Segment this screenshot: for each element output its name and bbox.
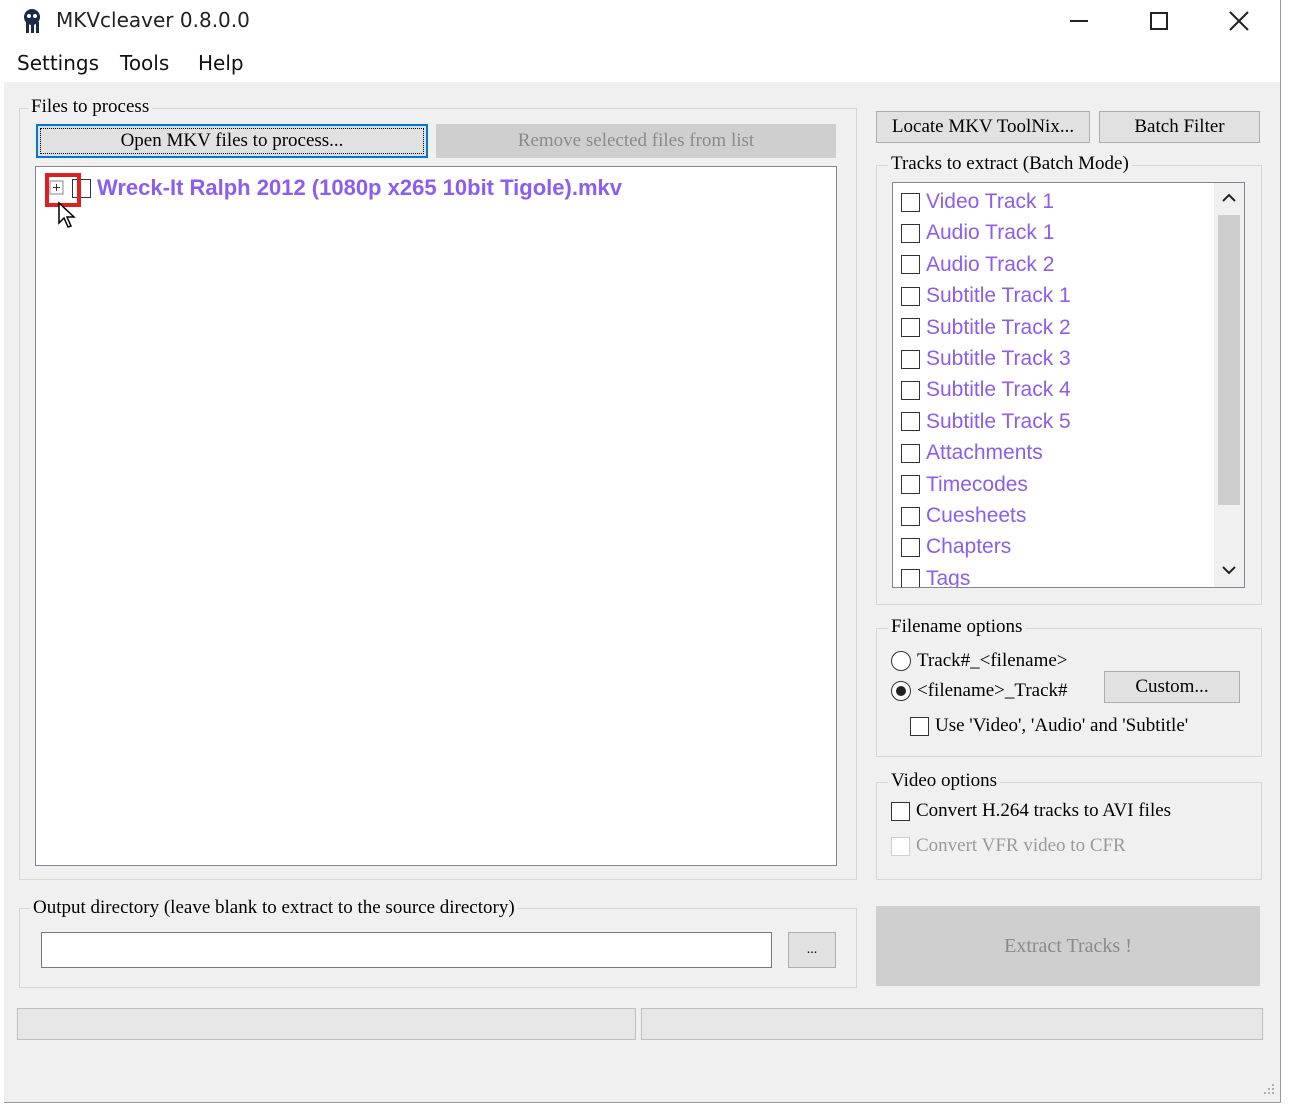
title-bar: MKVcleaver 0.8.0.0: [4, 0, 1280, 42]
track-label: Cuesheets: [926, 504, 1027, 527]
track-label: Timecodes: [926, 472, 1028, 496]
close-button[interactable]: [1204, 0, 1274, 42]
tracks-group-label: Tracks to extract (Batch Mode): [888, 153, 1132, 175]
track-checkbox[interactable]: [901, 569, 920, 587]
track-checkbox[interactable]: [901, 349, 920, 369]
track-item[interactable]: Subtitle Track 1: [901, 281, 1071, 311]
filename-option-2[interactable]: <filename>_Track#: [891, 680, 1068, 702]
convert-cfr-label: Convert VFR video to CFR: [916, 835, 1126, 856]
remove-files-button[interactable]: Remove selected files from list: [436, 124, 836, 158]
track-label: Subtitle Track 1: [926, 284, 1071, 308]
track-item[interactable]: Subtitle Track 3: [901, 344, 1071, 374]
mouse-cursor-icon: [58, 201, 76, 228]
convert-cfr-option[interactable]: Convert VFR video to CFR: [891, 835, 1126, 857]
locate-mkvtoolnix-button[interactable]: Locate MKV ToolNix...: [876, 111, 1090, 143]
track-item[interactable]: Audio Track 2: [901, 250, 1054, 280]
app-logo-icon: [24, 9, 40, 33]
filename-option-1-label: Track#_<filename>: [917, 650, 1068, 671]
list-item[interactable]: Wreck-It Ralph 2012 (1080p x265 10bit Ti…: [48, 175, 622, 201]
track-checkbox[interactable]: [901, 506, 920, 526]
tracks-list[interactable]: Video Track 1 Audio Track 1 Audio Track 2 S…: [892, 182, 1245, 588]
batch-filter-button[interactable]: Batch Filter: [1099, 111, 1260, 143]
radio-track-filename[interactable]: [891, 651, 911, 671]
track-checkbox[interactable]: [901, 537, 920, 557]
menu-settings[interactable]: Settings: [17, 51, 99, 75]
file-name: Wreck-It Ralph 2012 (1080p x265 10bit Ti…: [97, 175, 622, 200]
track-label: Video Track 1: [926, 190, 1055, 213]
custom-button[interactable]: Custom...: [1104, 671, 1240, 703]
status-pane-left: [17, 1008, 636, 1040]
track-item[interactable]: Tags: [901, 564, 971, 588]
tracks-scrollbar[interactable]: [1214, 183, 1244, 587]
track-item[interactable]: Subtitle Track 4: [901, 375, 1071, 405]
convert-avi-checkbox[interactable]: [891, 801, 910, 821]
track-checkbox[interactable]: [901, 192, 920, 212]
open-mkv-button[interactable]: Open MKV files to process...: [36, 124, 428, 158]
files-list[interactable]: Wreck-It Ralph 2012 (1080p x265 10bit Ti…: [35, 166, 837, 866]
convert-avi-option[interactable]: Convert H.264 tracks to AVI files: [891, 800, 1171, 822]
track-label: Tags: [926, 566, 971, 588]
scroll-up-icon[interactable]: [1222, 193, 1236, 203]
track-label: Subtitle Track 3: [926, 347, 1071, 370]
minimize-button[interactable]: [1044, 0, 1114, 42]
track-checkbox[interactable]: [901, 475, 920, 495]
maximize-button[interactable]: [1124, 0, 1194, 42]
video-options-label: Video options: [888, 770, 1000, 792]
filename-option-1[interactable]: Track#_<filename>: [891, 650, 1068, 672]
track-checkbox[interactable]: [901, 412, 920, 432]
use-names-option[interactable]: Use 'Video', 'Audio' and 'Subtitle': [910, 715, 1188, 737]
maximize-icon: [1150, 12, 1168, 30]
track-checkbox[interactable]: [901, 380, 920, 400]
filename-options-label: Filename options: [888, 616, 1026, 638]
status-pane-right: [641, 1008, 1263, 1040]
track-label: Subtitle Track 4: [926, 378, 1071, 402]
files-group-label: Files to process: [28, 96, 153, 118]
close-icon: [1229, 11, 1249, 31]
track-item[interactable]: Subtitle Track 5: [901, 407, 1071, 437]
track-checkbox[interactable]: [901, 255, 920, 275]
track-item[interactable]: Subtitle Track 2: [901, 313, 1071, 343]
track-item[interactable]: Video Track 1: [901, 187, 1054, 217]
track-label: Audio Track 1: [926, 221, 1055, 245]
output-group-label: Output directory (leave blank to extract…: [30, 897, 518, 919]
video-options-group: [876, 782, 1262, 880]
scroll-down-icon[interactable]: [1222, 565, 1236, 575]
track-item[interactable]: Cuesheets: [901, 501, 1026, 531]
use-names-checkbox[interactable]: [910, 716, 929, 736]
output-directory-input[interactable]: [41, 932, 772, 968]
track-label: Chapters: [926, 535, 1012, 559]
convert-cfr-checkbox[interactable]: [891, 836, 910, 856]
minimize-icon: [1070, 20, 1088, 22]
resize-grip-icon[interactable]: [1262, 1082, 1276, 1096]
convert-avi-label: Convert H.264 tracks to AVI files: [916, 800, 1172, 821]
use-names-label: Use 'Video', 'Audio' and 'Subtitle': [935, 715, 1189, 736]
track-item[interactable]: Attachments: [901, 438, 1043, 468]
menu-tools[interactable]: Tools: [120, 51, 169, 75]
track-label: Audio Track 2: [926, 252, 1055, 276]
window-title: MKVcleaver 0.8.0.0: [56, 8, 250, 32]
track-label: Subtitle Track 5: [926, 409, 1071, 433]
track-label: Attachments: [926, 441, 1043, 465]
track-item[interactable]: Timecodes: [901, 470, 1028, 500]
track-checkbox[interactable]: [901, 318, 920, 338]
app-window: MKVcleaver 0.8.0.0 Settings Tools Help F…: [4, 0, 1281, 1103]
menu-help[interactable]: Help: [198, 51, 244, 75]
track-item[interactable]: Chapters: [901, 532, 1011, 562]
track-item[interactable]: Audio Track 1: [901, 218, 1054, 248]
extract-tracks-button[interactable]: Extract Tracks !: [876, 906, 1260, 986]
track-checkbox[interactable]: [901, 286, 920, 306]
scroll-thumb[interactable]: [1218, 215, 1240, 505]
menu-bar: [4, 42, 1280, 82]
radio-filename-track[interactable]: [891, 681, 911, 701]
track-label: Subtitle Track 2: [926, 315, 1071, 339]
track-checkbox[interactable]: [901, 443, 920, 463]
filename-option-2-label: <filename>_Track#: [917, 680, 1068, 701]
track-checkbox[interactable]: [901, 223, 920, 243]
browse-button[interactable]: ...: [788, 932, 836, 968]
